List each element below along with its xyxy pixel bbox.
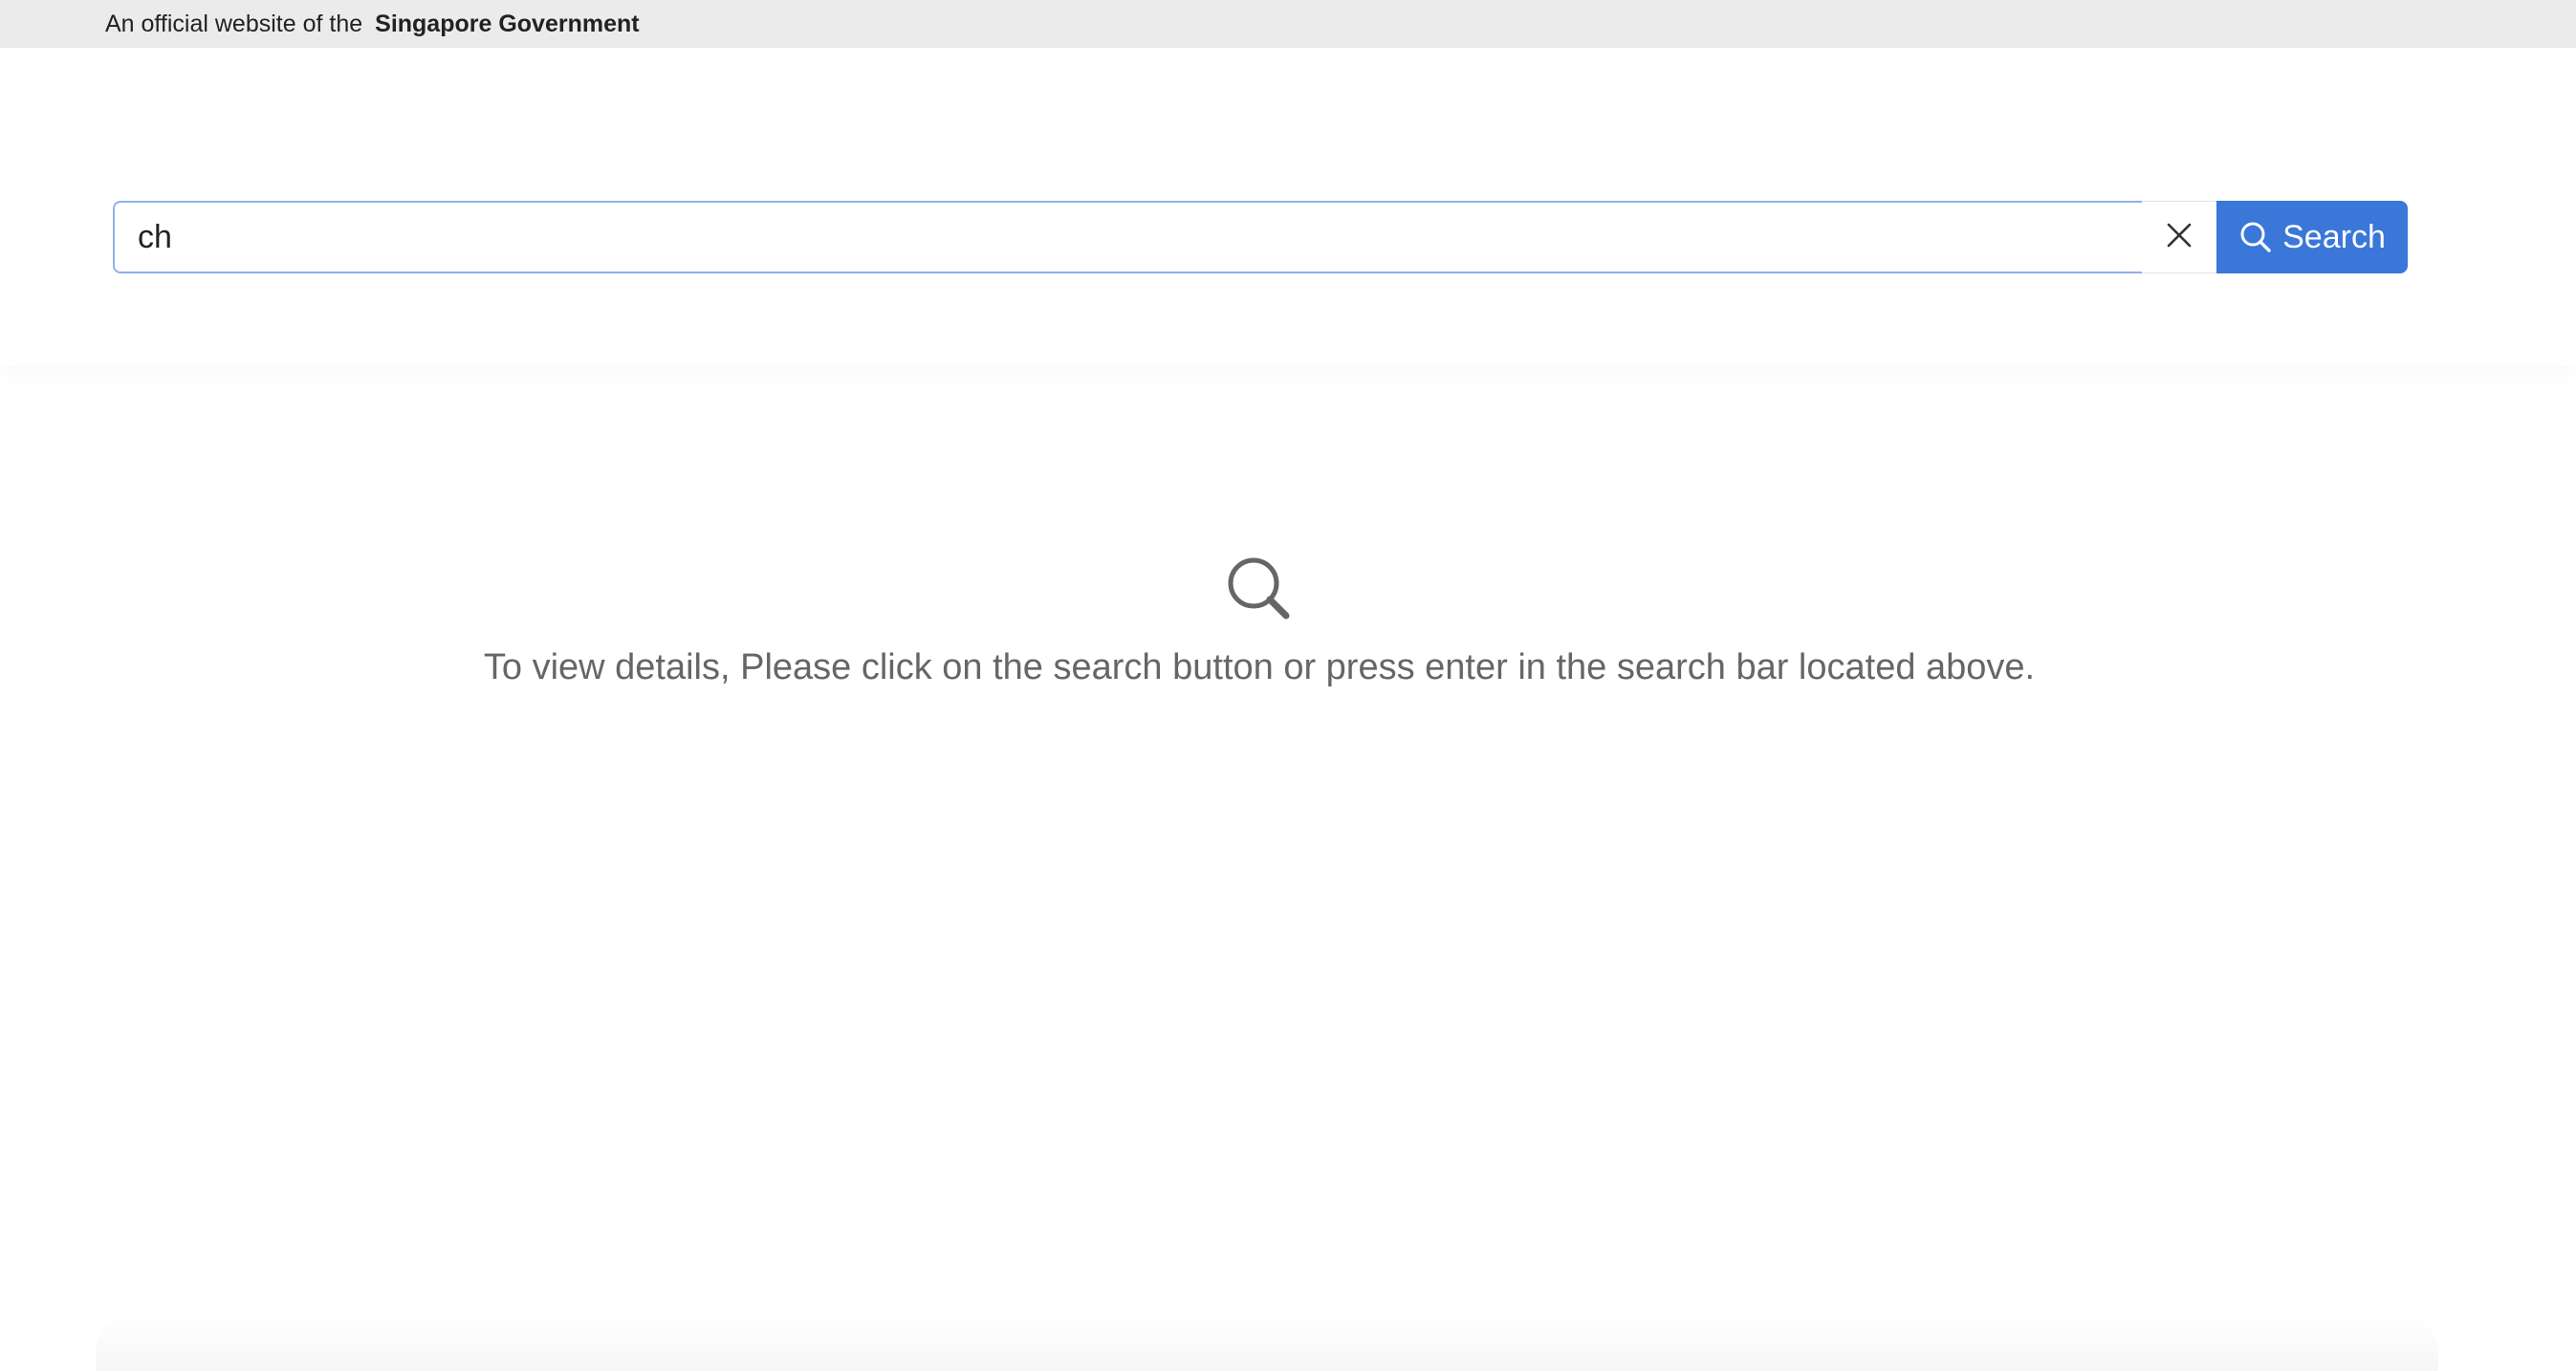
- search-bar: Search: [113, 201, 2408, 273]
- empty-state-message: To view details, Please click on the sea…: [483, 647, 2036, 687]
- search-button[interactable]: Search: [2216, 201, 2408, 273]
- search-icon: [2238, 220, 2273, 254]
- search-input[interactable]: [115, 203, 2142, 272]
- footer-shadow: [96, 1314, 2438, 1371]
- masthead-prefix: An official website of the: [105, 10, 363, 37]
- search-header: Search: [0, 48, 2576, 365]
- close-icon: [2166, 222, 2193, 253]
- clear-search-button[interactable]: [2142, 201, 2216, 273]
- search-input-wrapper: [113, 201, 2142, 273]
- empty-state: To view details, Please click on the sea…: [0, 555, 2519, 688]
- page: An official website of the Singapore Gov…: [0, 0, 2576, 1371]
- masthead-government-name: Singapore Government: [375, 10, 640, 37]
- search-button-label: Search: [2282, 218, 2386, 255]
- official-masthead: An official website of the Singapore Gov…: [0, 0, 2576, 48]
- search-icon: [1225, 555, 1294, 628]
